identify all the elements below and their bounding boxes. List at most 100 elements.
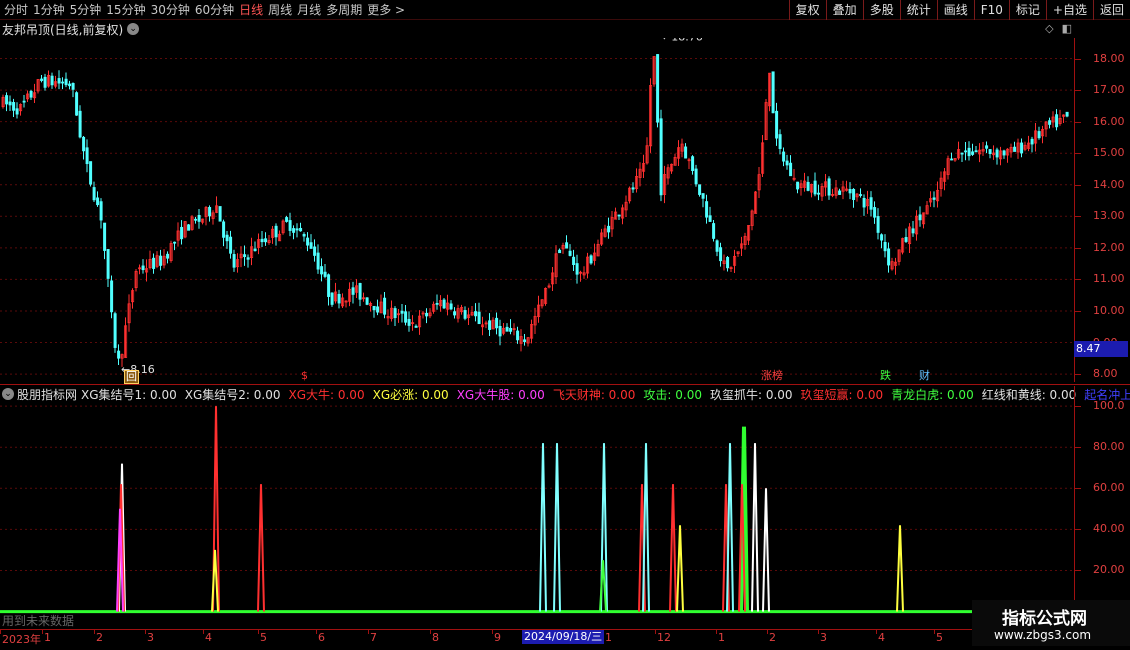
period-tab[interactable]: 日线 bbox=[239, 2, 268, 18]
candle bbox=[726, 256, 730, 272]
tool-button[interactable]: 标记 bbox=[1008, 0, 1046, 20]
watermark-url: www.zbgs3.com bbox=[994, 628, 1092, 642]
candle bbox=[789, 155, 793, 177]
candle bbox=[785, 154, 789, 170]
candle bbox=[355, 279, 359, 298]
diamond-icon[interactable]: ◇ bbox=[1045, 22, 1053, 35]
signal-marker[interactable]: 回 bbox=[124, 370, 139, 384]
date-tick-mark bbox=[42, 630, 43, 634]
signal-marker[interactable]: 涨榜 bbox=[760, 370, 784, 382]
tool-button[interactable]: 返回 bbox=[1092, 0, 1130, 20]
candle bbox=[99, 198, 103, 229]
price-tick-label: 13.00 bbox=[1093, 209, 1125, 223]
candlestick-chart[interactable]: ←18.76←8.16 bbox=[0, 38, 1074, 382]
indicator-chart[interactable] bbox=[0, 402, 1074, 628]
period-tab[interactable]: 60分钟 bbox=[195, 2, 239, 18]
price-tick-mark bbox=[1075, 310, 1081, 312]
period-tabs: 分时 1分钟 5分钟 15分钟 30分钟 60分钟 日线 周线 月线 多周期 更多 > bbox=[4, 2, 410, 18]
tool-button[interactable]: +自选 bbox=[1045, 0, 1093, 20]
date-tick-mark bbox=[203, 630, 204, 634]
period-tab[interactable]: 分时 bbox=[4, 2, 33, 18]
candle bbox=[999, 146, 1003, 166]
candle bbox=[169, 240, 173, 263]
candle bbox=[705, 194, 709, 224]
candle bbox=[953, 158, 957, 162]
tool-button[interactable]: 叠加 bbox=[825, 0, 863, 20]
indicator-value: 红线和黄线: 0.00 bbox=[981, 387, 1077, 402]
date-axis-label: 9 bbox=[494, 631, 501, 644]
tool-button[interactable]: F10 bbox=[973, 0, 1009, 20]
period-tab[interactable]: 15分钟 bbox=[106, 2, 150, 18]
candle bbox=[327, 273, 331, 306]
candle bbox=[1034, 122, 1038, 152]
candle bbox=[523, 333, 527, 346]
period-tab[interactable]: 月线 bbox=[297, 2, 326, 18]
price-tick-label: 18.00 bbox=[1093, 51, 1125, 65]
candle bbox=[386, 309, 390, 326]
candle bbox=[978, 143, 982, 163]
tool-button[interactable]: 多股 bbox=[862, 0, 900, 20]
candle bbox=[8, 95, 12, 111]
date-axis-label: 8 bbox=[432, 631, 439, 644]
date-tick-mark bbox=[430, 630, 431, 634]
date-axis-label: 1 bbox=[44, 631, 51, 644]
chevron-down-icon[interactable]: ⌄ bbox=[127, 23, 140, 35]
candle bbox=[376, 299, 380, 316]
indicator-tick-mark bbox=[1075, 406, 1081, 408]
candle bbox=[334, 282, 338, 304]
candle bbox=[859, 188, 863, 198]
candle bbox=[159, 249, 163, 271]
price-tick-label: 15.00 bbox=[1093, 146, 1125, 160]
candle bbox=[519, 329, 523, 352]
candle bbox=[1048, 117, 1052, 129]
candle bbox=[659, 109, 663, 202]
date-tick-mark bbox=[368, 630, 369, 634]
candle bbox=[719, 242, 723, 267]
period-tab[interactable]: 多周期 bbox=[326, 2, 367, 18]
candle bbox=[733, 249, 737, 274]
candle bbox=[29, 89, 33, 101]
tool-button[interactable]: 复权 bbox=[788, 0, 826, 20]
signal-marker[interactable]: 跌 bbox=[879, 370, 892, 382]
window-icon[interactable]: ◧ bbox=[1062, 22, 1072, 35]
candle bbox=[246, 254, 250, 268]
candle bbox=[831, 188, 835, 198]
indicator-name[interactable]: 股朋指标网 bbox=[17, 386, 77, 403]
candle bbox=[243, 245, 247, 266]
indicator-tick-label: 40.00 bbox=[1093, 522, 1125, 536]
date-tick-mark bbox=[0, 630, 1, 634]
period-tab[interactable]: 5分钟 bbox=[70, 2, 107, 18]
signal-marker[interactable]: 财 bbox=[918, 370, 931, 382]
period-tab[interactable]: 30分钟 bbox=[151, 2, 195, 18]
candle bbox=[512, 323, 516, 336]
signal-marker[interactable]: $ bbox=[300, 370, 309, 382]
period-tab[interactable]: 更多 > bbox=[367, 2, 410, 18]
tool-button[interactable]: 统计 bbox=[899, 0, 937, 20]
date-axis-label: 6 bbox=[318, 631, 325, 644]
candle bbox=[194, 216, 198, 224]
candle bbox=[211, 210, 215, 225]
main-chart-corner-icons: ◇ ◧ bbox=[1045, 22, 1072, 35]
candle bbox=[54, 75, 58, 89]
candle bbox=[694, 164, 698, 187]
candle bbox=[491, 317, 495, 330]
period-tab[interactable]: 周线 bbox=[268, 2, 297, 18]
candle bbox=[771, 71, 775, 114]
candle bbox=[645, 137, 649, 165]
chevron-down-icon[interactable]: ⌄ bbox=[2, 388, 14, 400]
candle bbox=[1006, 148, 1010, 163]
candle bbox=[852, 188, 856, 208]
candle bbox=[824, 174, 828, 197]
candle bbox=[383, 292, 387, 319]
indicator-spike bbox=[896, 525, 904, 612]
candle bbox=[232, 249, 236, 272]
candle bbox=[799, 179, 803, 196]
indicator-tick-mark bbox=[1075, 529, 1081, 531]
candle bbox=[544, 287, 548, 306]
tool-button[interactable]: 画线 bbox=[936, 0, 974, 20]
period-tab[interactable]: 1分钟 bbox=[33, 2, 70, 18]
candle bbox=[638, 162, 642, 187]
candle bbox=[1023, 141, 1027, 152]
candle bbox=[50, 72, 54, 89]
stock-title[interactable]: 友邦吊顶(日线,前复权) bbox=[2, 21, 123, 38]
